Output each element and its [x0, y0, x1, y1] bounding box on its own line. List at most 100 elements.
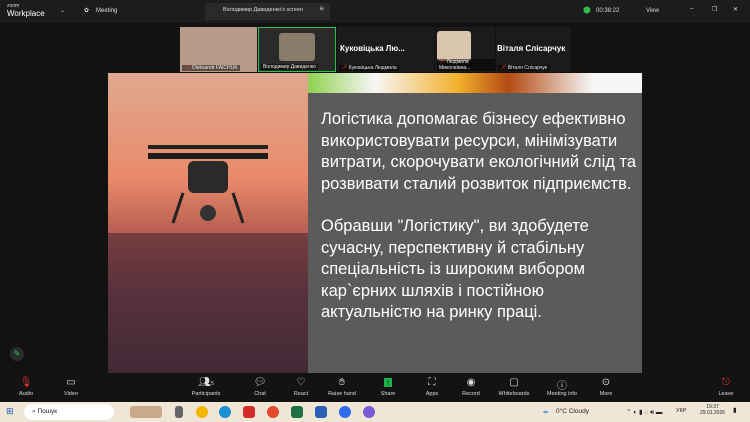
participant-name-text: Віталя Слісарчук — [507, 65, 548, 71]
mic-muted-icon: 🎙︎ — [19, 377, 33, 388]
info-icon: ⓘ — [557, 381, 567, 392]
record-icon: ◉ — [466, 377, 476, 388]
language-indicator[interactable]: УКР — [676, 408, 686, 414]
slide-text: Логістика допомагає бізнесу ефективно ви… — [321, 109, 636, 345]
avatar — [279, 33, 315, 61]
brand: Workplace — [7, 9, 45, 18]
viber-icon[interactable] — [363, 406, 375, 418]
title-bar: zoom Workplace ⌄ ✿ Meeting Володимир Дави… — [0, 0, 750, 23]
avatar — [437, 31, 471, 61]
leave-label: Leave — [718, 391, 734, 397]
edge-icon[interactable] — [219, 406, 231, 418]
tray-icons[interactable]: ⌃ ◐ ▮ ◌ 🔊︎ ▬ — [626, 408, 662, 417]
annotate-pen-icon[interactable]: ✎ — [10, 347, 24, 361]
raise-hand-label: Raise hand — [328, 391, 356, 397]
share-label: Share — [380, 391, 396, 397]
shield-icon: ⬢ — [583, 5, 591, 15]
slide-header-strip — [308, 73, 642, 93]
more-icon[interactable]: ⊖ — [319, 6, 324, 12]
shared-slide: Логістика допомагає бізнесу ефективно ви… — [108, 73, 642, 373]
whiteboards-button[interactable]: ▢ Whiteboards — [494, 377, 534, 397]
audio-button[interactable]: 🎙︎ Audio — [6, 377, 46, 397]
participants-button[interactable]: 👥︎5 Participants — [186, 377, 226, 397]
taskbar-search[interactable]: ⌕ Пошук — [24, 404, 114, 420]
meeting-info-label: Meeting info — [547, 391, 577, 397]
raise-hand-button[interactable]: ✋︎ Raise hand — [322, 377, 362, 397]
leave-icon: ⎋ — [722, 377, 730, 388]
audio-label: Audio — [18, 391, 34, 397]
search-placeholder: Пошук — [37, 408, 58, 415]
meeting-timer[interactable]: 00:38:22 — [596, 8, 619, 14]
heart-icon: ♡ — [296, 377, 306, 388]
participant-name: 🎤︎ Віталя Слісарчук — [498, 65, 550, 71]
participant-name: 🎤︎ Oleksandr FAICHUK — [182, 65, 240, 71]
participant-name-text: Oleksandr FAICHUK — [191, 65, 238, 71]
hand-icon: ✋︎ — [339, 377, 345, 388]
participant-tile[interactable]: 🎤︎ Людмила Миколаївна... — [435, 27, 495, 72]
meeting-icon: ✿ — [84, 8, 90, 14]
video-label: Video — [64, 391, 78, 397]
participant-name-text: Куковіцька Людмила — [348, 65, 397, 71]
whiteboards-label: Whiteboards — [498, 391, 530, 397]
participant-name: 🎤︎ Куковіцька Людмила — [339, 65, 399, 71]
record-button[interactable]: ◉ Record — [451, 377, 491, 397]
participants-icon: 👥︎5 — [198, 377, 214, 388]
acrobat-icon[interactable] — [243, 406, 255, 418]
drone-icon — [108, 145, 308, 373]
chrome-icon[interactable] — [196, 406, 208, 418]
chevron-down-icon[interactable]: ⌄ — [60, 7, 65, 14]
restore-icon[interactable]: ❐ — [712, 6, 717, 13]
date: 29.01.2026 — [700, 410, 726, 416]
apps-button[interactable]: ⛶ Apps — [412, 377, 452, 397]
chat-button[interactable]: 💬︎ Chat — [240, 377, 280, 397]
notifications-icon[interactable]: ▮ — [733, 406, 737, 414]
windows-start-icon[interactable]: ⊞ — [6, 406, 14, 417]
view-button[interactable]: View — [646, 8, 659, 14]
participants-label: Participants — [191, 391, 221, 397]
drone-image — [108, 73, 308, 373]
more-icon: ⊙ — [601, 377, 611, 388]
share-icon: ↑ — [384, 378, 392, 387]
slide-paragraph: Обравши "Логістику", ви здобудете сучасн… — [321, 217, 589, 321]
whiteboard-icon: ▢ — [509, 377, 519, 388]
zoom-logo: zoom Workplace — [7, 3, 45, 18]
slide-paragraph: Логістика допомагає бізнесу ефективно ви… — [321, 110, 636, 193]
participant-big-name: Куковіцька Лю... — [340, 44, 405, 53]
clock[interactable]: 19:37 29.01.2026 — [700, 404, 725, 416]
close-icon[interactable]: ✕ — [733, 6, 738, 13]
apps-label: Apps — [425, 391, 439, 397]
react-button[interactable]: ♡ React — [281, 377, 321, 397]
windows-taskbar: ⊞ ⌕ Пошук ☁ 0°C Cloudy ⌃ ◐ ▮ ◌ 🔊︎ ▬ УКР … — [0, 402, 750, 422]
video-icon: ▭ — [66, 377, 76, 388]
participant-name: 🎤︎ Людмила Миколаївна... — [437, 59, 495, 71]
share-button[interactable]: ↑ Share — [368, 377, 408, 397]
share-tab-label: Володимир Давиденко's screen — [223, 7, 303, 13]
participant-tile-active[interactable]: Володимир Давиденко — [258, 27, 336, 72]
minimize-icon[interactable]: – — [690, 6, 693, 12]
cloud-icon: ☁ — [542, 408, 549, 415]
participant-tile[interactable]: 🎤︎ Oleksandr FAICHUK — [180, 27, 257, 72]
word-icon[interactable] — [315, 406, 327, 418]
task-view-icon[interactable] — [175, 406, 183, 418]
search-icon: ⌕ — [32, 408, 36, 415]
chrome-profile-icon[interactable] — [267, 406, 279, 418]
weather-text[interactable]: 0°C Cloudy — [556, 408, 589, 415]
chat-icon: 💬︎ — [253, 377, 267, 388]
apps-icon: ⛶ — [428, 377, 436, 388]
share-tab[interactable]: Володимир Давиденко's screen ⊖ — [205, 3, 330, 20]
zoom-taskbar-icon[interactable] — [339, 406, 351, 418]
participant-name-text: Володимир Давиденко — [263, 64, 316, 70]
leave-button[interactable]: ⎋ Leave — [706, 377, 746, 397]
meeting-label[interactable]: Meeting — [96, 8, 117, 14]
participant-big-name: Віталя Слісарчук — [497, 44, 566, 53]
video-button[interactable]: ▭ Video — [51, 377, 91, 397]
react-label: React — [293, 391, 309, 397]
meeting-toolbar: 🎙︎ Audio ▭ Video 👥︎5 Participants 💬︎ Chat ♡ R… — [0, 373, 750, 403]
record-label: Record — [462, 391, 480, 397]
more-label: More — [599, 391, 613, 397]
search-highlight-image — [130, 406, 162, 418]
meeting-info-button[interactable]: ⓘ Meeting info — [542, 377, 582, 397]
more-button[interactable]: ⊙ More — [586, 377, 626, 397]
participant-name: Володимир Давиденко — [261, 64, 318, 70]
excel-icon[interactable] — [291, 406, 303, 418]
